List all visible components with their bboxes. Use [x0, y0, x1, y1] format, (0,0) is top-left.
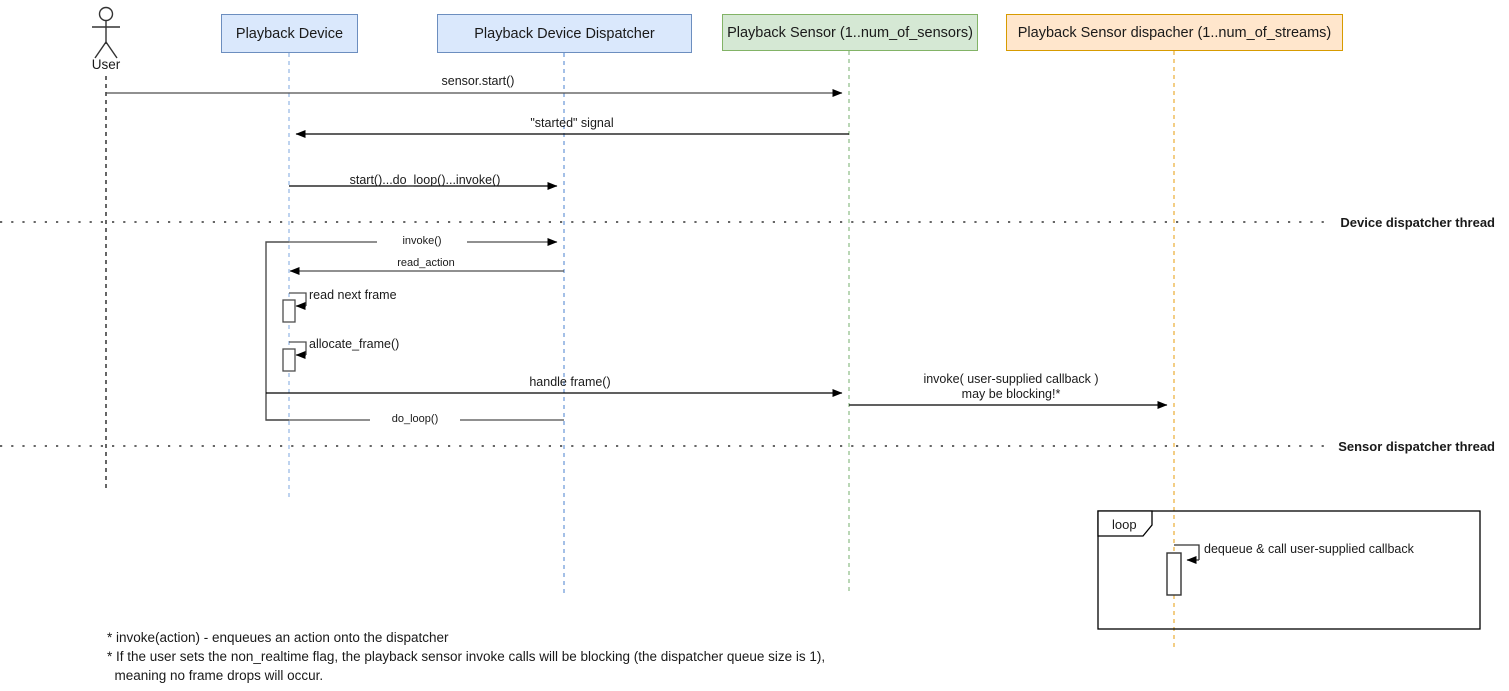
participant-label-playback-device-dispatcher: Playback Device Dispatcher [474, 25, 655, 42]
self-message-dequeue-callback [1166, 544, 1200, 596]
participant-label-playback-sensor-dispatcher: Playback Sensor dispacher (1..num_of_str… [1017, 24, 1332, 41]
message-label-sensor-start: sensor.start() [441, 74, 515, 88]
participant-playback-sensor[interactable]: Playback Sensor (1..num_of_sensors) [722, 14, 978, 51]
message-label-started-signal: "started" signal [530, 116, 614, 130]
participant-label-playback-sensor: Playback Sensor (1..num_of_sensors) [727, 24, 973, 41]
message-label-do-loop: do_loop() [370, 413, 460, 425]
note-line-3: meaning no frame drops will occur. [107, 668, 324, 683]
thread-divider-label-sensor: Sensor dispatcher thread [1338, 439, 1495, 454]
message-label-invoke-user-callback: invoke( user-supplied callback ) [923, 372, 1099, 386]
note-line-2: * If the user sets the non_realtime flag… [107, 649, 826, 664]
actor-user-figure [92, 6, 120, 59]
message-label-allocate-frame: allocate_frame() [309, 337, 400, 351]
diagram-vector-layer [0, 6, 1481, 650]
self-message-read-next-frame [282, 292, 307, 323]
message-label-read-action: read_action [397, 257, 455, 269]
thread-divider-label-device: Device dispatcher thread [1340, 215, 1495, 230]
message-label-invoke: invoke() [377, 235, 467, 247]
message-label-handle-frame: handle frame() [529, 375, 611, 389]
loop-fragment-operator-label: loop [1112, 517, 1137, 532]
note-line-1: * invoke(action) - enqueues an action on… [107, 630, 449, 645]
loop-fragment-message-label: dequeue & call user-supplied callback [1204, 542, 1414, 556]
message-label-invoke-user-callback-line2: may be blocking!* [961, 387, 1061, 401]
participant-playback-device[interactable]: Playback Device [221, 14, 358, 53]
message-label-read-next-frame: read next frame [309, 288, 397, 302]
participant-label-playback-device: Playback Device [235, 25, 344, 42]
participant-playback-device-dispatcher[interactable]: Playback Device Dispatcher [437, 14, 692, 53]
participant-playback-sensor-dispatcher[interactable]: Playback Sensor dispacher (1..num_of_str… [1006, 14, 1343, 51]
message-label-start-do-loop-invoke: start()...do_loop()...invoke() [349, 173, 501, 187]
actor-label-user: User [91, 57, 121, 72]
self-message-allocate-frame [282, 341, 307, 372]
sequence-diagram-canvas: Playback Device Playback Device Dispatch… [0, 0, 1509, 691]
